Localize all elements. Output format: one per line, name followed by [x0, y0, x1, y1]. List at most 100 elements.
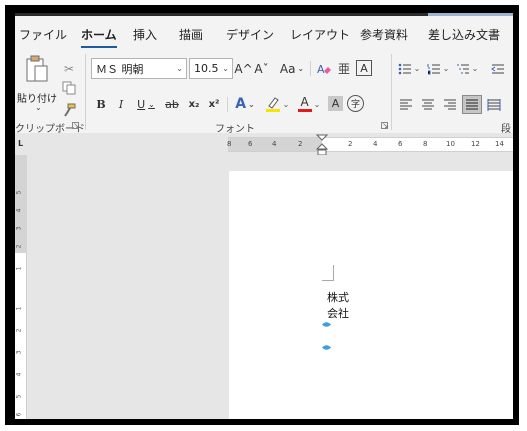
indent-icon — [491, 64, 504, 73]
strikethrough-button[interactable]: ab — [163, 94, 181, 114]
ruler-tick: 4 — [15, 208, 23, 213]
tab-home[interactable]: ホーム — [81, 26, 117, 48]
font-size-value: 10.5 — [194, 62, 219, 75]
chevron-down-icon: ⌄ — [297, 64, 305, 73]
indent-marker-icon[interactable] — [316, 134, 328, 156]
ruler-tick: 6 — [15, 412, 23, 417]
ruler-tick: 12 — [471, 140, 480, 148]
word-window: ファイル ホーム 挿入 描画 デザイン レイアウト 参考資料 差し込み文書 貼り… — [15, 13, 513, 419]
tab-file[interactable]: ファイル — [19, 26, 67, 43]
decrease-indent-button[interactable] — [483, 58, 513, 79]
numbered-list-icon — [427, 63, 440, 74]
paste-button[interactable] — [23, 52, 51, 86]
character-shading-button[interactable]: A — [328, 96, 343, 111]
distributed-button[interactable] — [484, 95, 504, 114]
ruler-tick: 5 — [15, 394, 23, 399]
ruler-tick: 2 — [15, 244, 23, 249]
underline-icon: U — [137, 97, 146, 111]
multilevel-list-button[interactable]: ⌄ — [454, 58, 480, 79]
tab-draw[interactable]: 描画 — [179, 26, 203, 43]
font-color-button[interactable]: A ⌄ — [295, 94, 323, 114]
ruler-margin-top — [15, 155, 27, 253]
document-text-line[interactable]: 株式 — [327, 289, 349, 305]
superscript-button[interactable]: x² — [205, 94, 223, 114]
tab-layout[interactable]: レイアウト — [290, 26, 350, 43]
tab-references[interactable]: 参考資料 — [360, 26, 408, 43]
chevron-down-icon: ⌄ — [248, 99, 255, 109]
font-color-icon: A — [297, 96, 312, 112]
text-effects-button[interactable]: A ⌄ — [231, 94, 259, 114]
vertical-ruler[interactable]: 5 4 3 2 1 1 2 3 4 5 6 — [15, 155, 27, 419]
cut-icon[interactable]: ✂ — [61, 62, 77, 76]
font-name-value: ＭＳ 明朝 — [96, 62, 144, 76]
ruler-tick: 4 — [15, 372, 23, 377]
divider — [227, 97, 228, 112]
font-size-select[interactable]: 10.5 ⌄ — [189, 58, 233, 79]
change-case-icon: Aa — [279, 61, 296, 76]
font-launcher-icon[interactable]: ↘ — [381, 122, 389, 130]
align-right-button[interactable] — [440, 95, 460, 114]
underline-button[interactable]: U ⌄ — [133, 94, 159, 114]
shrink-font-button[interactable]: Aˇ — [253, 58, 270, 79]
horizontal-ruler[interactable]: 8 6 4 2 2 4 6 8 10 12 14 — [227, 134, 513, 156]
shrink-font-icon: Aˇ — [254, 61, 269, 76]
ruler-tick: 3 — [15, 226, 23, 231]
tab-design[interactable]: デザイン — [226, 26, 274, 43]
align-right-icon — [444, 99, 456, 109]
ruler-tick: 8 — [423, 140, 428, 148]
divider — [85, 54, 86, 130]
change-case-button[interactable]: Aa ⌄ — [277, 58, 307, 79]
ruler-tick: 1 — [15, 266, 23, 271]
bold-button[interactable]: B — [93, 94, 109, 114]
character-border-icon: A — [360, 61, 368, 75]
ruler-tick: 8 — [227, 140, 232, 148]
paste-dropdown-icon[interactable]: ⌄ — [35, 103, 42, 112]
ruler-tick: 2 — [348, 140, 353, 148]
phonetic-guide-icon: 亜 — [337, 62, 350, 76]
character-shading-icon: A — [331, 97, 340, 110]
ruler-tick: 1 — [15, 306, 23, 311]
tab-selector-icon[interactable]: L — [18, 139, 23, 148]
cursor-handle-icon[interactable] — [322, 344, 331, 351]
ruler-tick: 6 — [398, 140, 403, 148]
enclose-characters-button[interactable]: 字 — [347, 95, 364, 112]
align-center-icon — [422, 99, 434, 109]
highlight-button[interactable]: ⌄ — [263, 94, 291, 114]
superscript-icon: x² — [208, 98, 220, 110]
document-text-line[interactable]: 会社 — [327, 305, 349, 321]
svg-text:A: A — [317, 63, 325, 76]
ruler-tick: 3 — [15, 350, 23, 355]
align-center-button[interactable] — [418, 95, 438, 114]
clipboard-launcher-icon[interactable]: ↘ — [72, 122, 80, 130]
divider — [310, 61, 311, 76]
paste-icon — [26, 55, 48, 82]
strikethrough-icon: ab — [165, 97, 179, 111]
chevron-down-icon: ⌄ — [442, 64, 450, 73]
multilevel-list-icon — [456, 64, 469, 73]
ruler-tick: 6 — [248, 140, 253, 148]
distributed-icon — [487, 98, 501, 111]
align-left-button[interactable] — [396, 95, 416, 114]
clear-formatting-button[interactable]: A — [315, 58, 333, 79]
phonetic-guide-button[interactable]: 亜 — [335, 58, 353, 79]
justify-button[interactable] — [462, 95, 482, 114]
justify-icon — [466, 99, 478, 109]
tab-insert[interactable]: 挿入 — [133, 26, 157, 43]
bullets-button[interactable]: ⌄ — [396, 58, 422, 79]
character-border-button[interactable]: A — [356, 60, 372, 76]
chevron-down-icon: ⌄ — [176, 64, 183, 73]
clear-formatting-icon: A — [317, 63, 331, 76]
document-page[interactable]: 株式 会社 — [229, 171, 513, 419]
copy-icon[interactable] — [61, 80, 77, 96]
cursor-handle-icon[interactable] — [322, 321, 331, 328]
ruler-tick: 4 — [272, 140, 277, 148]
chevron-down-icon: ⌄ — [222, 64, 229, 73]
numbering-button[interactable]: ⌄ — [425, 58, 451, 79]
italic-icon: I — [118, 97, 124, 111]
grow-font-button[interactable]: A^ — [234, 58, 252, 79]
tab-mailings[interactable]: 差し込み文書 — [428, 26, 500, 43]
subscript-button[interactable]: x₂ — [185, 94, 203, 114]
format-painter-icon[interactable] — [61, 102, 77, 118]
italic-button[interactable]: I — [113, 94, 129, 114]
font-name-select[interactable]: ＭＳ 明朝 ⌄ — [91, 58, 187, 79]
